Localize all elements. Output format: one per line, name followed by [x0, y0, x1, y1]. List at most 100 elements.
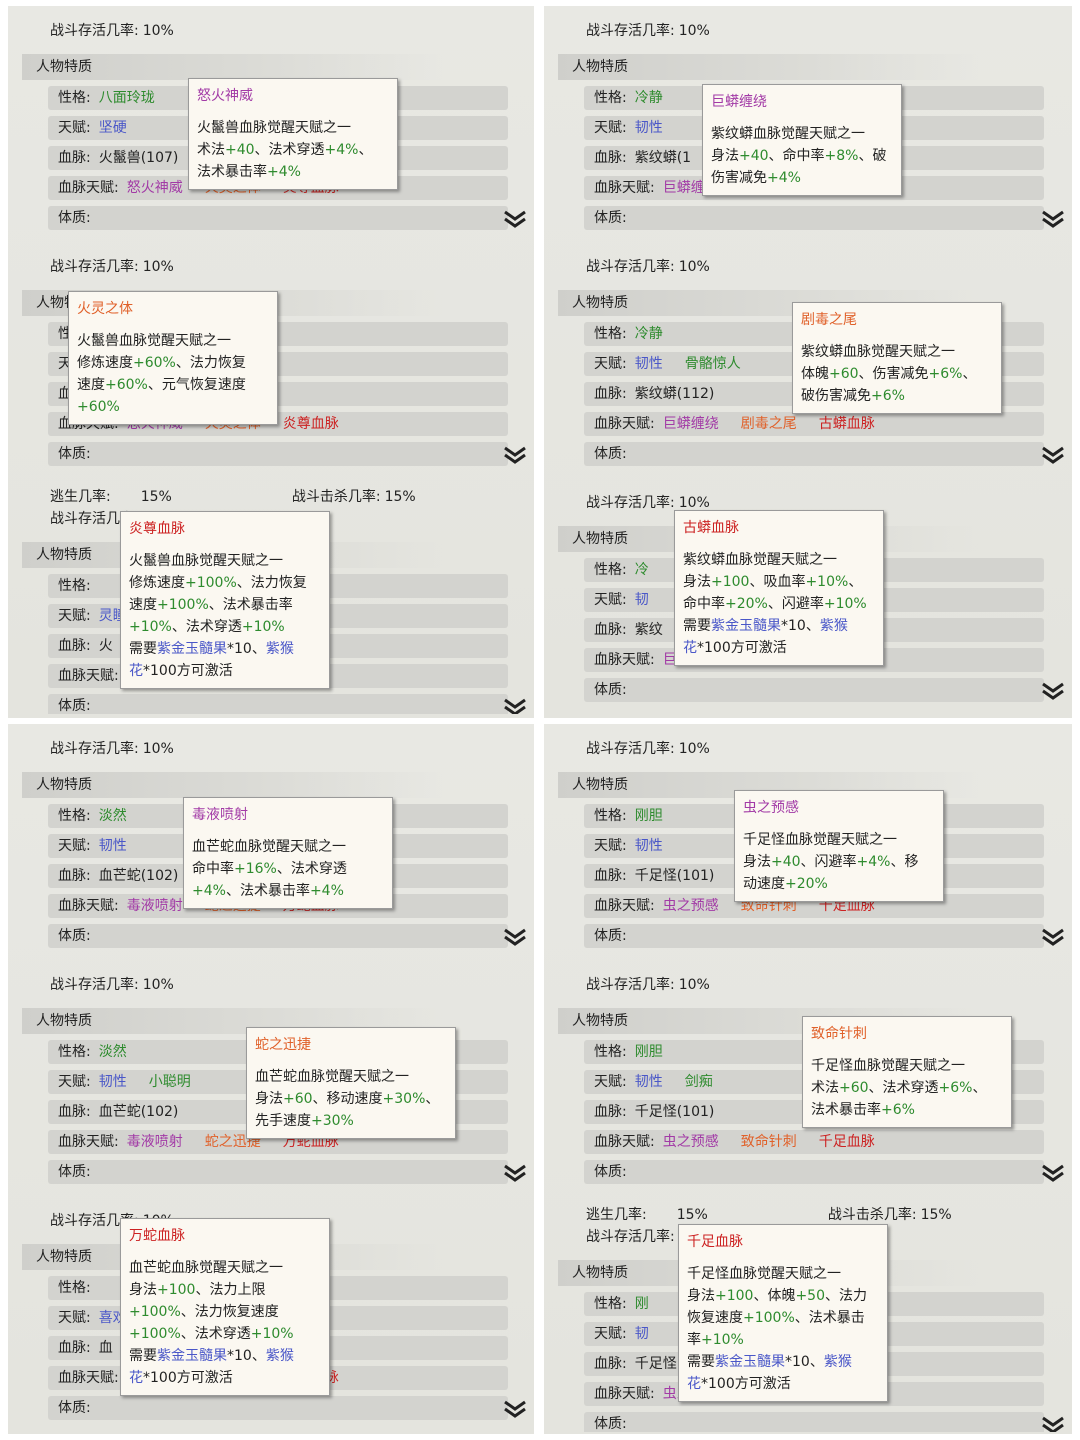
trait-value[interactable]: 千足血脉 — [819, 1134, 875, 1150]
traits-header: 人物特质 — [22, 772, 442, 798]
tooltip-line: 紫纹蟒血脉觉醒天赋之一 — [711, 126, 865, 142]
trait-value[interactable]: 千足怪 — [635, 1356, 677, 1372]
trait-value[interactable]: 剑痴 — [685, 1074, 713, 1090]
trait-value[interactable]: 淡然 — [99, 808, 127, 824]
trait-value[interactable]: 韧 — [635, 1326, 649, 1342]
expand-chevron-icon[interactable] — [502, 444, 528, 466]
expand-chevron-icon[interactable] — [1040, 680, 1066, 702]
tooltip-title: 巨蟒缠绕 — [711, 94, 767, 110]
trait-value[interactable]: 冷 — [635, 562, 649, 578]
trait-value[interactable]: 刚胆 — [635, 1044, 663, 1060]
trait-value[interactable]: 虫之预感 — [663, 1134, 719, 1150]
trait-value[interactable]: 古蟒血脉 — [819, 416, 875, 432]
trait-row-constitution[interactable]: 体质: — [584, 206, 1044, 230]
trait-value[interactable]: 韧性 — [635, 356, 663, 372]
trait-row-constitution[interactable]: 体质: — [48, 206, 508, 230]
trait-value[interactable]: 韧性 — [635, 120, 663, 136]
trait-value[interactable]: 千足怪(101) — [635, 868, 715, 884]
screenshot-panel: 战斗存活几率: 10% 人物特质 性格: 刚胆 天赋: 韧性 血脉: 千足怪(101) 血脉天赋:… — [544, 724, 1072, 1434]
tooltip-line: 命中率+16%、法术穿透 — [192, 861, 347, 877]
trait-row-constitution[interactable]: 体质: — [584, 678, 1044, 702]
tooltip-line: 身法+60、移动速度+30%、 — [255, 1091, 440, 1107]
trait-value[interactable]: 炎尊血脉 — [283, 416, 339, 432]
tooltip-line: 血芒蛇血脉觉醒天赋之一 — [192, 839, 346, 855]
trait-value[interactable]: 韧性 — [635, 1074, 663, 1090]
tooltip-line: 身法+100、法力上限 — [129, 1282, 266, 1298]
tooltip-line: 需要紫金玉髓果*10、紫猴 — [129, 641, 294, 657]
trait-value[interactable]: 血 — [99, 1340, 113, 1356]
trait-value[interactable]: 刚 — [635, 1296, 649, 1312]
tooltip-line: 需要紫金玉髓果*10、紫猴 — [687, 1354, 852, 1370]
trait-value[interactable]: 剧毒之尾 — [741, 416, 797, 432]
tooltip-line: 花*100方可激活 — [687, 1376, 791, 1392]
tooltip-line: 速度+60%、元气恢复速度 — [77, 377, 246, 393]
trait-value[interactable]: 毒液喷射 — [127, 1134, 183, 1150]
expand-chevron-icon[interactable] — [1040, 444, 1066, 466]
trait-value[interactable]: 韧性 — [99, 838, 127, 854]
trait-value[interactable]: 血芒蛇(102) — [99, 1104, 179, 1120]
trait-value[interactable]: 韧性 — [635, 838, 663, 854]
trait-value[interactable]: 韧性 — [99, 1074, 127, 1090]
expand-chevron-icon[interactable] — [1040, 926, 1066, 948]
trait-value[interactable]: 八面玲珑 — [99, 90, 155, 106]
expand-chevron-icon[interactable] — [502, 1398, 528, 1420]
expand-chevron-icon[interactable] — [1040, 208, 1066, 230]
expand-chevron-icon[interactable] — [502, 696, 528, 714]
trait-value[interactable]: 紫纹蟒(112) — [635, 386, 715, 402]
trait-label: 性格: — [594, 1044, 627, 1060]
expand-chevron-icon[interactable] — [502, 926, 528, 948]
tooltip-line: 修炼速度+100%、法力恢复 — [129, 575, 307, 591]
trait-row-constitution[interactable]: 体质: — [48, 1160, 508, 1184]
trait-value[interactable]: 冷静 — [635, 90, 663, 106]
trait-row-constitution[interactable]: 体质: — [584, 1160, 1044, 1184]
trait-value[interactable]: 小聪明 — [149, 1074, 191, 1090]
trait-value[interactable]: 致命针刺 — [741, 1134, 797, 1150]
trait-label: 体质: — [594, 446, 627, 462]
trait-row-constitution[interactable]: 体质: — [48, 1396, 508, 1420]
trait-value[interactable]: 刚胆 — [635, 808, 663, 824]
trait-label: 血脉天赋: — [58, 898, 119, 914]
trait-row-bloodline-talent[interactable]: 血脉天赋: 巨蟒缠绕 剧毒之尾 古蟒血脉 — [584, 412, 1044, 436]
expand-chevron-icon[interactable] — [502, 208, 528, 230]
trait-value[interactable]: 火 — [99, 638, 113, 654]
tooltip-line: 先手速度+30% — [255, 1113, 354, 1129]
tooltip-body: 千足怪血脉觉醒天赋之一 身法+100、体魄+50、法力 恢复速度+100%、法术暴击… — [687, 1263, 879, 1395]
trait-value[interactable]: 虫之预感 — [663, 898, 719, 914]
trait-value[interactable]: 血芒蛇(102) — [99, 868, 179, 884]
tooltip-body: 血芒蛇血脉觉醒天赋之一 身法+60、移动速度+30%、 先手速度+30% — [255, 1066, 447, 1132]
expand-chevron-icon[interactable] — [1040, 1414, 1066, 1432]
survive-rate-line: 战斗存活几率:10% — [50, 738, 174, 758]
trait-value[interactable]: 坚硬 — [99, 120, 127, 136]
trait-row-constitution[interactable]: 体质: — [48, 442, 508, 466]
trait-row-constitution[interactable]: 体质: — [584, 442, 1044, 466]
trait-value[interactable]: 火鬣兽(107) — [99, 150, 179, 166]
expand-chevron-icon[interactable] — [1040, 1162, 1066, 1184]
trait-value[interactable]: 淡然 — [99, 1044, 127, 1060]
trait-value[interactable]: 怒火神威 — [127, 180, 183, 196]
trait-label: 体质: — [58, 1400, 91, 1416]
tooltip-line: 火鬣兽血脉觉醒天赋之一 — [197, 120, 351, 136]
trait-value[interactable]: 毒液喷射 — [127, 898, 183, 914]
trait-value[interactable]: 骨骼惊人 — [685, 356, 741, 372]
tooltip-line: 身法+40、闪避率+4%、移 — [743, 854, 919, 870]
trait-value[interactable]: 紫纹 — [635, 622, 663, 638]
trait-value[interactable]: 冷静 — [635, 326, 663, 342]
kill-value: 15% — [384, 489, 416, 505]
survive-value: 10% — [142, 741, 174, 757]
trait-value[interactable]: 千足怪(101) — [635, 1104, 715, 1120]
trait-value[interactable]: 韧 — [635, 592, 649, 608]
trait-row-constitution[interactable]: 体质: — [48, 694, 508, 714]
trait-row-bloodline-talent[interactable]: 血脉天赋: 虫之预感 致命针刺 千足血脉 — [584, 1130, 1044, 1154]
trait-row-constitution[interactable]: 体质: — [584, 1412, 1044, 1432]
trait-label: 天赋: — [594, 120, 627, 136]
bloodline-talent-tooltip: 致命针刺 千足怪血脉觉醒天赋之一 术法+60、法术穿透+6%、 法术暴击率+6% — [802, 1016, 1012, 1128]
trait-label: 血脉: — [58, 638, 91, 654]
trait-value[interactable]: 紫纹蟒(1 — [635, 150, 691, 166]
trait-value[interactable]: 巨蟒缠绕 — [663, 416, 719, 432]
tooltip-body: 火鬣兽血脉觉醒天赋之一 修炼速度+60%、法力恢复 速度+60%、元气恢复速度 +60… — [77, 330, 269, 418]
expand-chevron-icon[interactable] — [502, 1162, 528, 1184]
trait-row-constitution[interactable]: 体质: — [584, 924, 1044, 948]
tooltip-title: 炎尊血脉 — [129, 521, 185, 537]
tooltip-line: 术法+60、法术穿透+6%、 — [811, 1080, 987, 1096]
trait-row-constitution[interactable]: 体质: — [48, 924, 508, 948]
